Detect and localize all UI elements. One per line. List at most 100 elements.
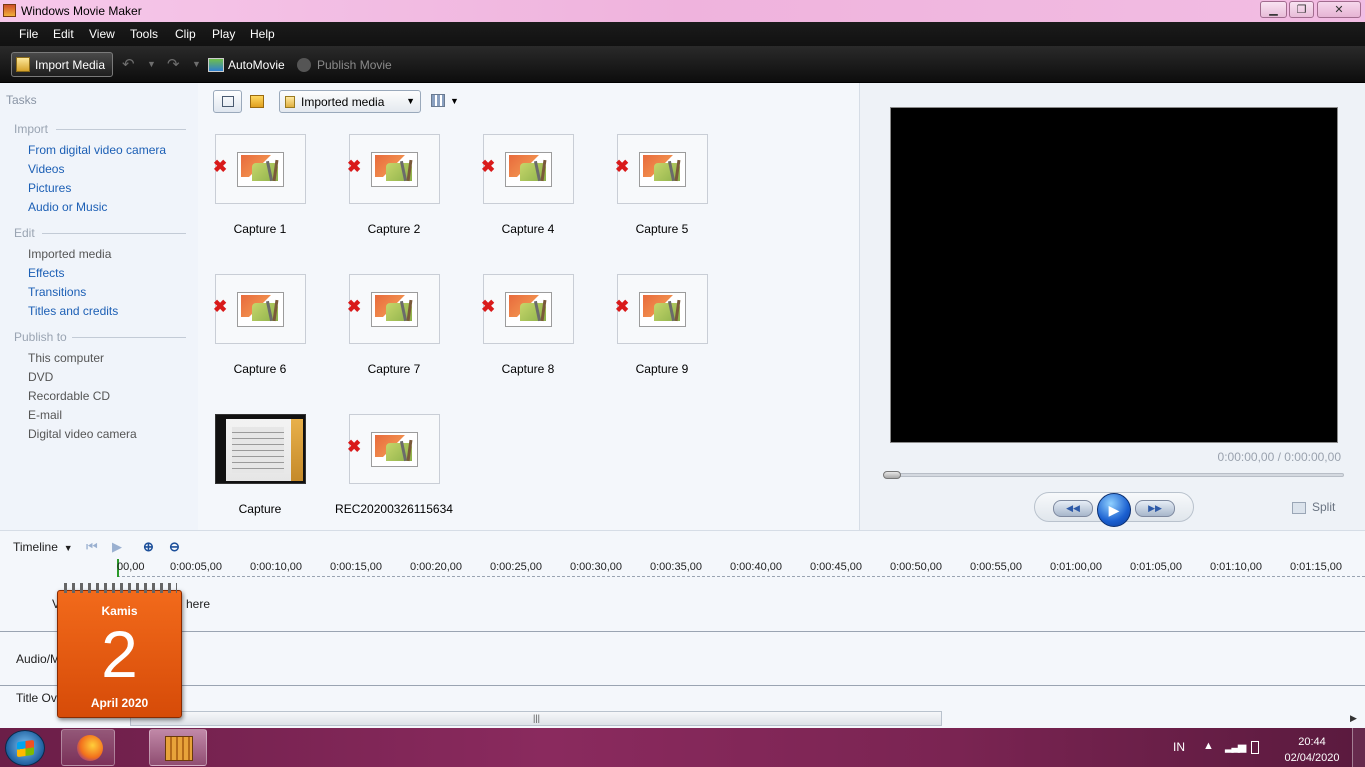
missing-image-icon: [505, 292, 552, 327]
publish-movie-icon: [297, 58, 311, 72]
view-options-dropdown-icon[interactable]: ▼: [450, 96, 459, 106]
media-item-capture-video[interactable]: [215, 414, 306, 484]
automovie-button[interactable]: AutoMovie: [228, 58, 285, 72]
missing-file-x-icon: ✖: [213, 157, 228, 176]
windows-logo-icon: [17, 739, 34, 758]
next-frame-button[interactable]: ▶▶: [1135, 500, 1175, 517]
network-signal-icon[interactable]: ▂▃▅: [1225, 740, 1246, 753]
maximize-button[interactable]: ❐: [1289, 1, 1314, 18]
task-import-audio-music[interactable]: Audio or Music: [28, 200, 107, 214]
play-timeline-icon[interactable]: ▶: [112, 539, 122, 555]
ruler-tick: 00,00: [117, 561, 145, 573]
show-hidden-icons-icon[interactable]: ▲: [1203, 740, 1214, 752]
publish-movie-button[interactable]: Publish Movie: [317, 58, 392, 72]
automovie-icon: [208, 58, 224, 72]
task-transitions[interactable]: Transitions: [28, 285, 86, 299]
task-publish-recordable-cd[interactable]: Recordable CD: [28, 389, 110, 403]
tasks-title: Tasks: [6, 93, 37, 107]
menu-tools[interactable]: Tools: [130, 27, 158, 41]
collections-folder-icon[interactable]: [250, 95, 264, 108]
task-publish-this-computer[interactable]: This computer: [28, 351, 104, 365]
ruler-tick: 0:00:35,00: [650, 561, 702, 573]
task-from-digital-video-camera[interactable]: From digital video camera: [28, 143, 166, 157]
view-options-icon[interactable]: [431, 94, 445, 107]
ruler-tick: 0:00:30,00: [570, 561, 622, 573]
calendar-month-year: April 2020: [90, 696, 149, 710]
undo-icon[interactable]: ↶: [122, 55, 135, 73]
zoom-in-icon[interactable]: ⊕: [143, 539, 154, 555]
task-publish-email[interactable]: E-mail: [28, 408, 62, 422]
missing-file-x-icon: ✖: [615, 297, 630, 316]
media-item-capture-9[interactable]: ✖: [615, 274, 708, 344]
show-desktop-button[interactable]: [1352, 728, 1365, 767]
task-import-videos[interactable]: Videos: [28, 162, 64, 176]
taskbar-movie-maker[interactable]: [149, 729, 207, 766]
missing-image-icon: [639, 152, 686, 187]
menu-view[interactable]: View: [89, 27, 115, 41]
minimize-button[interactable]: ▁: [1260, 1, 1287, 18]
task-publish-dvd[interactable]: DVD: [28, 370, 53, 384]
rewind-timeline-icon[interactable]: ⏮: [86, 539, 98, 555]
ruler-tick: 0:00:55,00: [970, 561, 1022, 573]
media-item-capture-5[interactable]: ✖: [615, 134, 708, 204]
zoom-out-icon[interactable]: ⊖: [169, 539, 180, 555]
audio-track-label: Audio/M: [16, 652, 61, 666]
menu-help[interactable]: Help: [250, 27, 275, 41]
tasks-pane: Tasks Import From digital video camera V…: [0, 83, 198, 530]
missing-image-icon: [371, 152, 418, 187]
media-item-capture-2[interactable]: ✖: [347, 134, 440, 204]
timeline-ruler[interactable]: 00,00 0:00:05,00 0:00:10,00 0:00:15,00 0…: [117, 559, 1365, 577]
window-title: Windows Movie Maker: [21, 4, 142, 18]
media-item-capture-6[interactable]: ✖: [213, 274, 306, 344]
split-button[interactable]: Split: [1292, 500, 1335, 514]
battery-icon[interactable]: [1251, 741, 1259, 754]
previous-frame-button[interactable]: ◀◀: [1053, 500, 1093, 517]
close-button[interactable]: ✕: [1317, 1, 1361, 18]
task-import-pictures[interactable]: Pictures: [28, 181, 71, 195]
edit-divider: [42, 233, 186, 234]
media-item-capture-8[interactable]: ✖: [481, 274, 574, 344]
media-item-capture-1[interactable]: ✖: [213, 134, 306, 204]
timeline-view-dropdown[interactable]: Timeline ▼: [13, 540, 73, 554]
publish-section-heading: Publish to: [14, 330, 67, 344]
import-media-button[interactable]: Import Media: [11, 52, 113, 77]
collection-dropdown[interactable]: Imported media ▼: [279, 90, 421, 113]
taskbar-firefox[interactable]: [61, 729, 115, 766]
undo-dropdown-icon[interactable]: ▼: [147, 59, 156, 69]
media-item-capture-7[interactable]: ✖: [347, 274, 440, 344]
start-button[interactable]: [5, 730, 45, 766]
audio-track-divider: [0, 685, 1365, 686]
timeline-pane: Timeline ▼ ⏮ ▶ ⊕ ⊖ 00,00 0:00:05,00 0:00…: [0, 530, 1365, 728]
scroll-right-arrow-icon[interactable]: ▶: [1350, 713, 1357, 724]
media-item-label: Capture: [238, 502, 282, 516]
play-button[interactable]: ▶: [1097, 493, 1131, 527]
media-collection-area: Imported media ▼ ▼ ✖ Capture 1 ✖ Capture…: [198, 83, 859, 530]
media-item-capture-4[interactable]: ✖: [481, 134, 574, 204]
seek-handle[interactable]: [883, 471, 901, 479]
task-effects[interactable]: Effects: [28, 266, 64, 280]
missing-file-x-icon: ✖: [615, 157, 630, 176]
tasks-pane-toggle-button[interactable]: [213, 90, 242, 113]
task-imported-media[interactable]: Imported media: [28, 247, 111, 261]
calendar-gadget[interactable]: Kamis 2 April 2020: [57, 583, 182, 718]
redo-dropdown-icon[interactable]: ▼: [192, 59, 201, 69]
input-language-indicator[interactable]: IN: [1173, 740, 1185, 754]
task-titles-credits[interactable]: Titles and credits: [28, 304, 118, 318]
media-item-label: Capture 9: [635, 362, 689, 376]
task-publish-digital-video-camera[interactable]: Digital video camera: [28, 427, 137, 441]
seek-bar[interactable]: [883, 471, 1344, 479]
media-item-rec20200326115634[interactable]: ✖: [347, 414, 440, 484]
menu-file[interactable]: File: [19, 27, 38, 41]
system-clock[interactable]: 20:44 02/04/2020: [1282, 734, 1342, 766]
menu-edit[interactable]: Edit: [53, 27, 74, 41]
scrollbar-grip[interactable]: |||: [533, 713, 540, 723]
toolbar: Import Media ↶ ▼ ↷ ▼ AutoMovie Publish M…: [0, 46, 1365, 83]
taskbar: IN ▲ ▂▃▅ 20:44 02/04/2020: [0, 728, 1365, 767]
menu-play[interactable]: Play: [212, 27, 235, 41]
timeline-horizontal-scrollbar[interactable]: |||: [130, 711, 942, 726]
missing-file-x-icon: ✖: [347, 297, 362, 316]
missing-image-icon: [237, 152, 284, 187]
menu-clip[interactable]: Clip: [175, 27, 196, 41]
redo-icon[interactable]: ↷: [167, 55, 180, 73]
import-media-icon: [16, 57, 30, 72]
